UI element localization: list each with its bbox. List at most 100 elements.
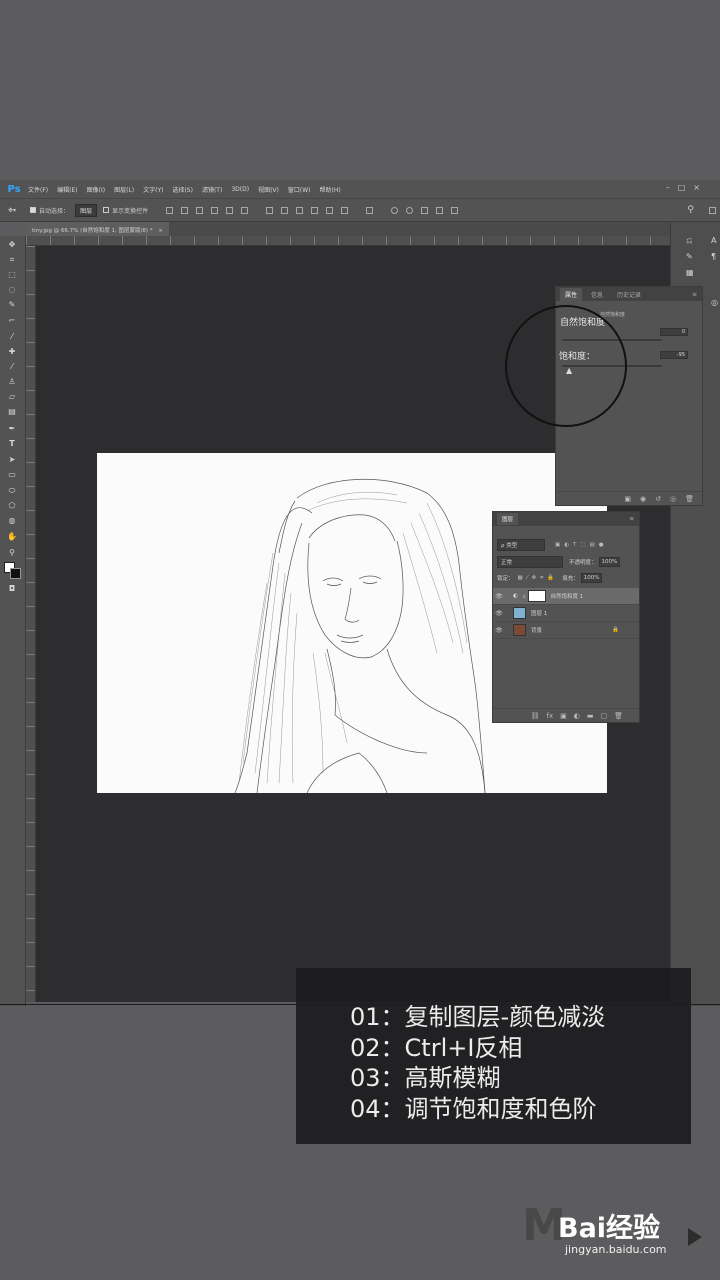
move-tool-icon[interactable]: ✥▾: [8, 207, 16, 214]
menu-layer[interactable]: 图层(L): [114, 185, 134, 194]
tab-info[interactable]: 信息: [586, 288, 608, 301]
auto-align-icon[interactable]: [366, 206, 374, 214]
eraser-tool-icon[interactable]: ▱: [7, 392, 17, 402]
align-right-icon[interactable]: [241, 206, 249, 214]
character-icon[interactable]: A: [711, 236, 720, 246]
tab-layers[interactable]: 图层: [497, 513, 519, 525]
crop-tool-icon[interactable]: ⌐: [7, 316, 17, 326]
brush-tool-icon[interactable]: ⁄: [7, 362, 17, 372]
distribute-top-icon[interactable]: [266, 206, 274, 214]
history-icon[interactable]: ⎌: [686, 236, 698, 246]
quick-select-tool-icon[interactable]: ✎: [7, 300, 17, 310]
eye-icon[interactable]: 👁: [493, 593, 505, 600]
path-select-tool-icon[interactable]: ➤: [7, 455, 17, 465]
custom-shape-tool-icon[interactable]: ◍: [7, 516, 17, 526]
ellipse-tool-icon[interactable]: ⬭: [7, 486, 17, 496]
polygon-tool-icon[interactable]: ⬠: [7, 501, 17, 511]
align-hcenter-icon[interactable]: [226, 206, 234, 214]
new-group-icon[interactable]: ▬: [587, 712, 594, 720]
align-left-icon[interactable]: [211, 206, 219, 214]
quick-mask-icon[interactable]: ◘: [7, 584, 17, 594]
marquee-tool-icon[interactable]: ⬚: [7, 270, 17, 280]
menu-filter[interactable]: 滤镜(T): [202, 185, 222, 194]
opacity-field[interactable]: 100%: [598, 557, 621, 567]
vibrance-value-field[interactable]: 0: [660, 328, 688, 336]
distribute-vcenter-icon[interactable]: [281, 206, 289, 214]
brush-preset-icon[interactable]: ✎: [686, 252, 698, 262]
chain-link-icon[interactable]: 8: [523, 594, 526, 599]
gradient-tool-icon[interactable]: ▤: [7, 407, 17, 417]
delete-icon[interactable]: 🗑: [685, 495, 694, 503]
new-adjustment-icon[interactable]: ◐: [574, 712, 580, 720]
layer-filter-dropdown[interactable]: ρ 类型: [497, 539, 545, 551]
menu-window[interactable]: 窗口(W): [288, 185, 311, 194]
eyedropper-tool-icon[interactable]: ⁄: [7, 332, 17, 342]
menu-file[interactable]: 文件(F): [28, 185, 48, 194]
distribute-bottom-icon[interactable]: [296, 206, 304, 214]
blend-mode-dropdown[interactable]: 正常: [497, 556, 563, 568]
layer-row[interactable]: 👁 图层 1: [493, 605, 639, 622]
layer-style-icon[interactable]: fx: [547, 712, 554, 720]
lasso-tool-icon[interactable]: ◌: [7, 285, 17, 295]
reset-icon[interactable]: ↺: [655, 495, 661, 503]
layer-mask-thumbnail[interactable]: [527, 590, 546, 602]
link-layers-icon[interactable]: ⛓: [531, 712, 540, 720]
transform-controls-checkbox[interactable]: [103, 207, 110, 213]
background-color-swatch[interactable]: [10, 568, 21, 579]
workspace-icon[interactable]: [709, 206, 716, 214]
view-previous-icon[interactable]: ◉: [640, 495, 646, 503]
align-vcenter-icon[interactable]: [181, 206, 189, 214]
document-tab[interactable]: tiny.jpg @ 66.7% (自然饱和度 1, 图层蒙版/8) * ×: [26, 222, 169, 236]
distribute-right-icon[interactable]: [341, 206, 349, 214]
menu-view[interactable]: 视图(V): [258, 185, 279, 194]
move-tool-icon[interactable]: ✥: [7, 240, 17, 250]
panel-menu-icon[interactable]: ≡: [692, 291, 697, 298]
swatches-icon[interactable]: ▦: [686, 268, 698, 278]
window-controls[interactable]: –□×: [666, 183, 708, 192]
menu-help[interactable]: 帮助(H): [320, 185, 341, 194]
tab-properties[interactable]: 属性: [560, 287, 583, 301]
panel-menu-icon[interactable]: ≡: [629, 516, 634, 522]
menu-edit[interactable]: 编辑(E): [57, 185, 77, 194]
lock-icons[interactable]: ▦⁄✥⌗🔒: [518, 575, 559, 582]
clip-to-layer-icon[interactable]: ▣: [624, 495, 631, 503]
healing-brush-tool-icon[interactable]: ✚: [7, 347, 17, 357]
zoom-tool-icon[interactable]: ⚲: [7, 548, 17, 558]
distribute-hcenter-icon[interactable]: [326, 206, 334, 214]
auto-select-checkbox[interactable]: [30, 207, 37, 213]
close-icon[interactable]: ×: [158, 228, 163, 234]
rectangle-tool-icon[interactable]: ▭: [7, 470, 17, 480]
3d-roll-icon[interactable]: [406, 206, 414, 214]
clone-stamp-tool-icon[interactable]: ♙: [7, 377, 17, 387]
layer-row[interactable]: 👁 ◐ 8 自然饱和度 1: [493, 588, 639, 605]
3d-slide-icon[interactable]: [436, 206, 444, 214]
menu-image[interactable]: 图像(I): [87, 185, 105, 194]
pen-tool-icon[interactable]: ✒: [7, 424, 17, 434]
saturation-value-field[interactable]: -95: [660, 351, 688, 359]
delete-layer-icon[interactable]: 🗑: [614, 712, 623, 720]
search-icon[interactable]: ⚲: [687, 205, 694, 215]
menu-3d[interactable]: 3D(D): [231, 186, 249, 193]
hand-tool-icon[interactable]: ✋: [7, 532, 17, 542]
align-top-icon[interactable]: [166, 206, 174, 214]
distribute-left-icon[interactable]: [311, 206, 319, 214]
type-tool-icon[interactable]: T: [7, 439, 17, 449]
layer-select-dropdown[interactable]: 图层: [75, 203, 98, 217]
3d-scale-icon[interactable]: [451, 206, 459, 214]
fill-field[interactable]: 100%: [580, 573, 603, 583]
eye-icon[interactable]: 👁: [493, 610, 505, 617]
channels-icon[interactable]: ◎: [711, 298, 720, 308]
visibility-icon[interactable]: ◎: [670, 495, 676, 503]
filter-icons[interactable]: ▣◐T⬚▤●: [555, 542, 608, 548]
layer-row[interactable]: 👁 背景 🔒: [493, 622, 639, 639]
add-mask-icon[interactable]: ▣: [560, 712, 567, 720]
paragraph-icon[interactable]: ¶: [711, 252, 720, 262]
3d-rotate-icon[interactable]: [391, 206, 399, 214]
tab-history[interactable]: 历史记录: [612, 288, 646, 301]
new-layer-icon[interactable]: ▢: [600, 712, 607, 720]
menu-select[interactable]: 选择(S): [172, 185, 193, 194]
artboard-tool-icon[interactable]: ⌗: [7, 255, 17, 265]
eye-icon[interactable]: 👁: [493, 627, 505, 634]
menu-type[interactable]: 文字(Y): [143, 185, 163, 194]
3d-pan-icon[interactable]: [421, 206, 429, 214]
